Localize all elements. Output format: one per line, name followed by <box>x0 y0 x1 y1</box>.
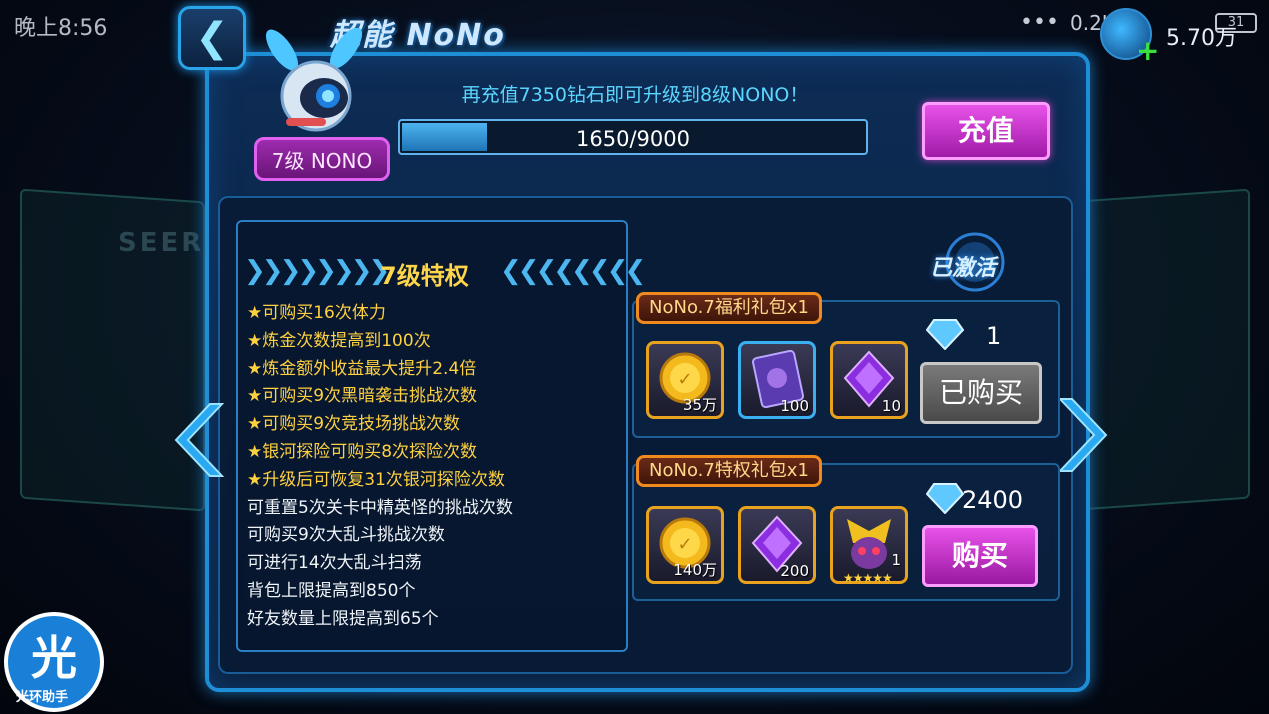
item-count: 200 <box>780 562 809 580</box>
upgrade-message: 再充值7350钻石即可升级到8级NONO！ <box>461 84 809 106</box>
status-more-icon: ••• <box>1020 10 1059 35</box>
svg-text:✓: ✓ <box>677 534 692 555</box>
privilege-item: ★可购买9次黑暗袭击挑战次数 <box>247 386 478 407</box>
nono-robot-icon <box>265 28 363 132</box>
item-count: 10 <box>881 397 901 415</box>
diamond-icon <box>926 319 964 350</box>
activated-label: 已激活 <box>930 256 997 281</box>
package-privilege-item-crystal[interactable]: 200 <box>738 506 816 584</box>
level-progress-bar: 1650/9000 <box>398 119 868 155</box>
privileges-title: 7级特权 <box>380 262 469 290</box>
package-privilege-price: 2400 <box>962 486 1024 514</box>
previous-level-arrow-icon[interactable] <box>172 400 230 480</box>
title-arrows-right-icon: ❮❮❮❮❮❮❮❮ <box>500 256 646 286</box>
privilege-item: 背包上限提高到850个 <box>247 580 416 601</box>
package-privilege-item-monster[interactable]: 1 ★★★★★ <box>830 506 908 585</box>
item-count: 1 <box>891 551 901 569</box>
halo-assistant-logo[interactable]: 光 光环助手 <box>0 612 106 714</box>
package-welfare-item-crystal[interactable]: 10 <box>830 341 908 419</box>
next-level-arrow-icon[interactable] <box>1052 395 1110 475</box>
package-privilege-item-gold[interactable]: ✓ 140万 <box>646 506 724 584</box>
halo-logo-text: 光环助手 <box>16 690 69 705</box>
privilege-item: ★可购买16次体力 <box>247 303 386 323</box>
back-button[interactable]: ❮ <box>178 6 246 70</box>
buy-button[interactable]: 购买 <box>922 525 1038 587</box>
privilege-item: 可购买9次大乱斗挑战次数 <box>247 525 445 546</box>
privilege-item: 可进行14次大乱斗扫荡 <box>247 553 422 574</box>
privilege-item: ★可购买9次竞技场挑战次数 <box>247 414 461 435</box>
package-welfare-item-gold[interactable]: ✓ 35万 <box>646 341 724 419</box>
add-currency-icon[interactable]: + <box>1136 34 1159 67</box>
privilege-item: 好友数量上限提高到65个 <box>247 608 439 629</box>
progress-text: 1650/9000 <box>576 127 690 151</box>
privileges-list: ★可购买16次体力 ★炼金次数提高到100次 ★炼金额外收益最大提升2.4倍 ★可购买… <box>247 300 513 634</box>
privilege-item: ★银河探险可购买8次探险次数 <box>247 441 478 462</box>
package-welfare-item-card[interactable]: 100 <box>738 341 816 419</box>
recharge-button[interactable]: 充值 <box>922 102 1050 160</box>
privilege-item: ★炼金额外收益最大提升2.4倍 <box>247 358 477 379</box>
privilege-item: ★升级后可恢复31次银河探险次数 <box>247 469 505 490</box>
background-seer-text: SEER <box>118 228 205 258</box>
currency-value: 5.70万 <box>1166 26 1237 51</box>
item-count: 35万 <box>682 396 717 414</box>
purchased-button[interactable]: 已购买 <box>920 362 1042 424</box>
star-rating: ★★★★★ <box>843 571 893 585</box>
package-privilege-label: NoNo.7特权礼包x1 <box>636 455 822 487</box>
status-time: 晚上8:56 <box>14 16 108 41</box>
item-count: 100 <box>780 397 809 415</box>
diamond-icon <box>926 483 964 514</box>
currency-display[interactable]: + 5.70万 <box>1100 8 1265 67</box>
title-arrows-left-icon: ❯❯❯❯❯❯❯❯ <box>244 256 390 286</box>
svg-text:✓: ✓ <box>677 369 692 390</box>
privilege-item: 可重置5次关卡中精英怪的挑战次数 <box>247 497 513 518</box>
package-welfare-price: 1 <box>986 322 1002 350</box>
level-badge: 7级 NONO <box>254 137 390 181</box>
item-count: 140万 <box>673 561 717 579</box>
privilege-item: ★炼金次数提高到100次 <box>247 330 431 351</box>
back-arrow-icon: ❮ <box>195 15 229 61</box>
package-welfare-label: NoNo.7福利礼包x1 <box>636 292 822 324</box>
